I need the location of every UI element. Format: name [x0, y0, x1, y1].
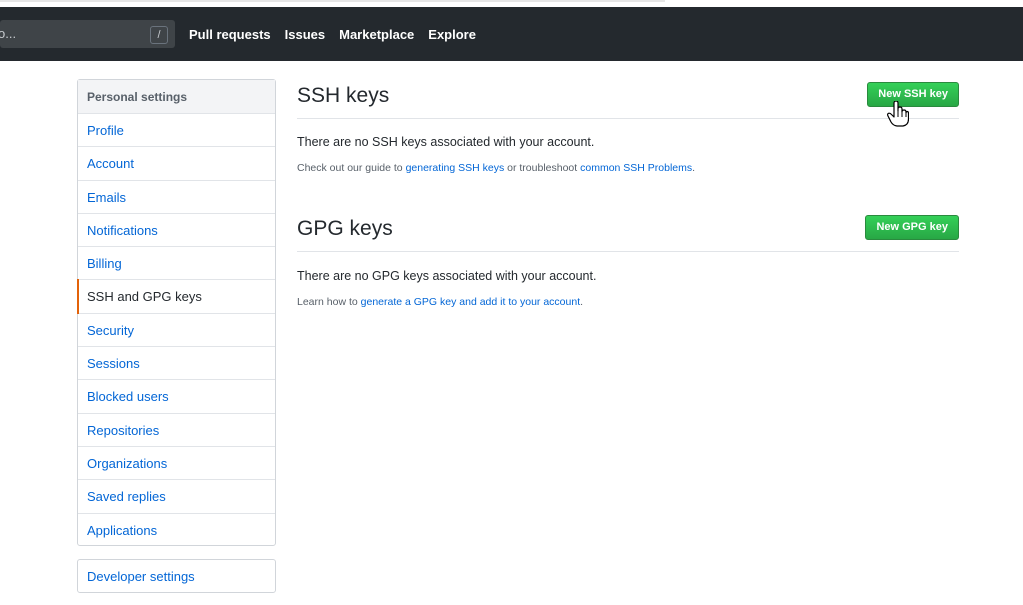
ssh-note-prefix: Check out our guide to: [297, 162, 406, 174]
gpg-note-suffix: .: [580, 296, 584, 308]
generating-ssh-keys-link[interactable]: generating SSH keys: [406, 162, 505, 174]
sidebar-item-repositories[interactable]: Repositories: [78, 414, 275, 447]
nav-explore[interactable]: Explore: [428, 27, 476, 42]
ssh-guide-note: Check out our guide to generating SSH ke…: [297, 162, 695, 174]
hand-pointer-icon: [887, 101, 909, 127]
nav-marketplace[interactable]: Marketplace: [339, 27, 414, 42]
top-header: o... / Pull requests Issues Marketplace …: [0, 7, 1023, 61]
sidebar-item-applications[interactable]: Applications: [78, 514, 275, 547]
sidebar-item-blocked-users[interactable]: Blocked users: [78, 380, 275, 414]
gpg-empty-message: There are no GPG keys associated with yo…: [297, 269, 597, 283]
ssh-note-suffix: .: [692, 162, 696, 174]
sidebar-item-notifications[interactable]: Notifications: [78, 214, 275, 248]
ssh-keys-title: SSH keys: [297, 84, 390, 107]
sidebar-item-saved-replies[interactable]: Saved replies: [78, 480, 275, 514]
gpg-keys-title: GPG keys: [297, 217, 393, 240]
sidebar-item-emails[interactable]: Emails: [78, 181, 275, 214]
gpg-note-prefix: Learn how to: [297, 296, 361, 308]
search-shortcut-key: /: [150, 26, 168, 44]
sidebar-item-billing[interactable]: Billing: [78, 247, 275, 281]
gpg-section-header: GPG keys New GPG key: [297, 212, 959, 252]
sidebar-item-organizations[interactable]: Organizations: [78, 447, 275, 481]
ssh-section-header: SSH keys New SSH key: [297, 79, 959, 119]
settings-sidebar: Personal settings Profile Account Emails…: [77, 79, 276, 546]
header-nav: Pull requests Issues Marketplace Explore: [189, 27, 490, 42]
generate-gpg-key-link[interactable]: generate a GPG key and add it to your ac…: [361, 296, 580, 308]
sidebar-item-security[interactable]: Security: [78, 314, 275, 348]
ssh-note-middle: or troubleshoot: [504, 162, 581, 174]
ssh-empty-message: There are no SSH keys associated with yo…: [297, 135, 595, 149]
sidebar-item-sessions[interactable]: Sessions: [78, 347, 275, 381]
nav-pull-requests[interactable]: Pull requests: [189, 27, 271, 42]
sidebar-item-ssh-gpg-keys[interactable]: SSH and GPG keys: [77, 279, 275, 315]
search-input-text: o...: [0, 26, 17, 41]
nav-issues[interactable]: Issues: [285, 27, 325, 42]
sidebar-item-profile[interactable]: Profile: [78, 114, 275, 148]
sidebar-item-account[interactable]: Account: [78, 147, 275, 181]
new-gpg-key-button[interactable]: New GPG key: [865, 215, 959, 240]
new-ssh-key-button[interactable]: New SSH key: [867, 82, 959, 107]
common-ssh-problems-link[interactable]: common SSH Problems: [580, 162, 692, 174]
sidebar-item-developer-settings[interactable]: Developer settings: [77, 559, 276, 593]
gpg-guide-note: Learn how to generate a GPG key and add …: [297, 296, 583, 308]
search-input[interactable]: o... /: [0, 20, 175, 48]
browser-top-edge: [0, 0, 1023, 7]
sidebar-heading: Personal settings: [78, 80, 275, 114]
